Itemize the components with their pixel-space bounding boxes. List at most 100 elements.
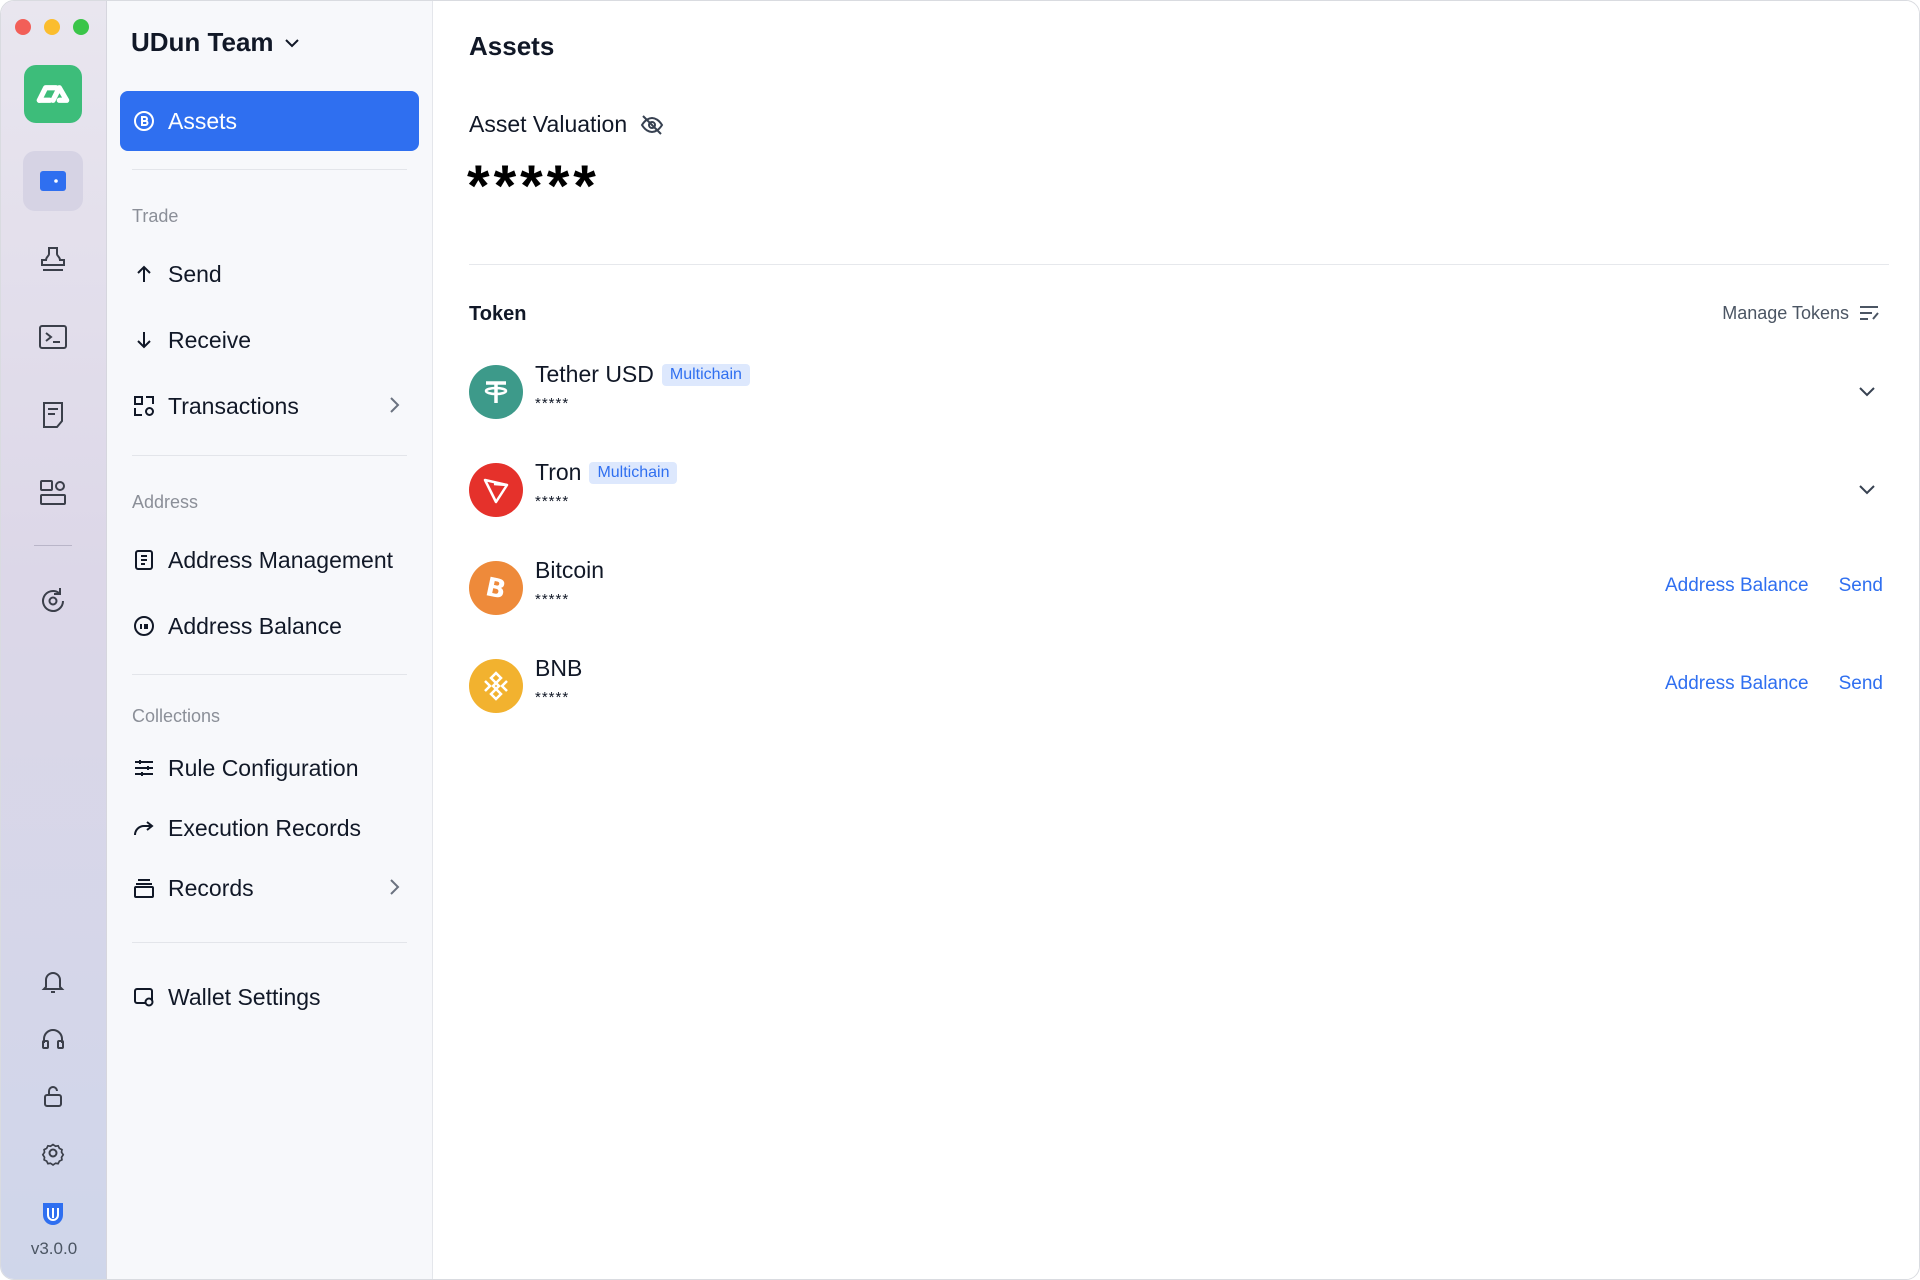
token-row-bitcoin[interactable]: B Bitcoin ***** Address Balance Send [469,557,1889,617]
nav-divider [132,455,407,456]
coin-icon [132,109,156,133]
nav-item-records[interactable]: Records [120,858,419,918]
nav-item-label: Rule Configuration [168,754,359,781]
receipt-icon[interactable] [23,385,83,445]
token-name-text: BNB [535,655,583,681]
team-name: UDun Team [131,27,274,57]
sliders-icon [132,756,156,780]
app-version: v3.0.0 [30,1239,78,1258]
arrow-down-icon [132,328,156,352]
send-link[interactable]: Send [1839,673,1883,695]
forward-arrow-icon [132,816,156,840]
wallet-icon[interactable] [23,151,83,211]
sync-settings-icon[interactable] [23,571,83,631]
token-row-bnb[interactable]: BNB ***** Address Balance Send [469,655,1889,715]
bnb-icon [469,659,523,713]
nav-section-trade: Trade [132,206,179,226]
nav-item-execution-records[interactable]: Execution Records [120,798,419,858]
stamp-icon[interactable] [23,229,83,289]
token-row-tron[interactable]: Tron Multichain ***** [469,459,1889,519]
tether-icon [469,365,523,419]
multichain-badge: Multichain [661,363,750,386]
nav-item-assets[interactable]: Assets [120,91,419,151]
token-amount: ***** [535,395,570,412]
chevron-down-icon [284,38,299,47]
asset-valuation-label: Asset Valuation [469,111,628,137]
token-amount: ***** [535,689,570,706]
nav-item-address-management[interactable]: Address Management [120,530,419,590]
token-column-header: Token [469,303,527,325]
asset-valuation: Asset Valuation [469,111,665,138]
token-name: Tron Multichain [535,459,678,486]
rail-divider [34,545,72,546]
chevron-right-icon [390,879,400,895]
bell-icon[interactable] [35,964,71,1000]
token-row-tether[interactable]: Tether USD Multichain ***** [469,361,1889,421]
gear-icon[interactable] [35,1135,71,1171]
nav-item-label: Transactions [168,392,299,419]
token-actions: Address Balance Send [1665,575,1883,597]
token-name: BNB [535,655,582,682]
nav-item-transactions[interactable]: Transactions [120,376,419,436]
headphones-icon[interactable] [35,1021,71,1057]
nav-sidebar: UDun Team Assets Trade Send Receive Tran… [107,1,433,1279]
shield-logo-icon[interactable] [35,1195,71,1231]
arrow-up-icon [132,262,156,286]
section-divider [469,264,1889,265]
archive-icon [132,876,156,900]
page-title: Assets [469,31,555,61]
maximize-window-button[interactable] [73,19,89,35]
nav-divider [132,942,407,943]
token-amount: ***** [535,493,570,510]
close-window-button[interactable] [15,19,31,35]
team-switcher[interactable]: UDun Team [131,27,302,58]
unlock-icon[interactable] [35,1078,71,1114]
tron-icon [469,463,523,517]
app-logo-icon [24,65,82,123]
wallet-settings-icon [132,985,156,1009]
nav-item-label: Records [168,874,254,901]
icon-rail: v3.0.0 [1,1,107,1279]
token-actions: Address Balance Send [1665,673,1883,695]
chevron-down-icon[interactable] [1855,379,1879,403]
bitcoin-icon: B [469,561,523,615]
address-balance-link[interactable]: Address Balance [1665,575,1809,597]
app-window: v3.0.0 UDun Team Assets Trade Send Recei… [0,0,1920,1280]
nav-item-label: Address Management [168,546,394,573]
nav-item-label: Wallet Settings [168,983,321,1010]
nav-section-collections: Collections [132,706,221,726]
nav-item-label: Receive [168,326,252,353]
token-name: Tether USD Multichain [535,361,750,388]
address-balance-link[interactable]: Address Balance [1665,673,1809,695]
manage-tokens-button[interactable]: Manage Tokens [1722,301,1881,325]
chevron-down-icon[interactable] [1855,477,1879,501]
transactions-icon [132,394,156,418]
asset-valuation-value: ***** [467,154,600,219]
main-content: Assets Asset Valuation ***** Token Manag… [433,1,1919,1279]
balance-coin-icon [132,614,156,638]
nav-item-label: Execution Records [168,814,362,841]
eye-off-icon[interactable] [639,112,665,138]
token-amount: ***** [535,591,570,608]
terminal-icon[interactable] [23,307,83,367]
nav-item-send[interactable]: Send [120,244,419,304]
nav-divider [132,674,407,675]
manage-tokens-label: Manage Tokens [1722,302,1849,323]
nav-item-label: Send [168,260,222,287]
nav-item-label: Assets [168,107,238,134]
nav-item-rule-configuration[interactable]: Rule Configuration [120,738,419,798]
svg-text:B: B [483,572,509,605]
dashboard-settings-icon[interactable] [23,463,83,523]
minimize-window-button[interactable] [44,19,60,35]
nav-item-address-balance[interactable]: Address Balance [120,596,419,656]
address-book-icon [132,548,156,572]
token-name-text: Tether USD [535,361,654,387]
nav-item-wallet-settings[interactable]: Wallet Settings [120,967,419,1027]
nav-item-label: Address Balance [168,612,342,639]
token-name-text: Tron [535,459,582,485]
nav-item-receive[interactable]: Receive [120,310,419,370]
filter-list-icon [1860,306,1879,320]
send-link[interactable]: Send [1839,575,1883,597]
nav-section-address: Address [132,492,199,512]
multichain-badge: Multichain [589,461,678,484]
